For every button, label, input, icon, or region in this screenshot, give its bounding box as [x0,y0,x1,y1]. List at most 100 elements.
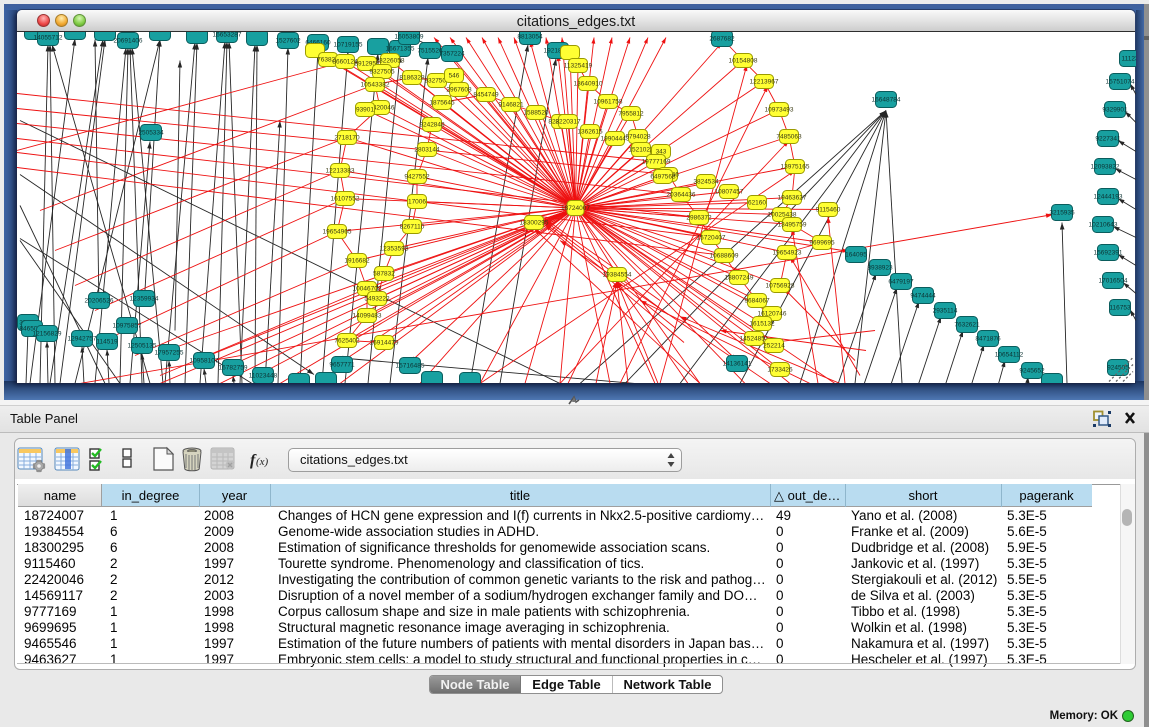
svg-text:1733426: 1733426 [767,366,793,373]
svg-text:17957255: 17957255 [155,349,184,356]
svg-text:10973493: 10973493 [765,106,794,113]
svg-text:12444193: 12444193 [1094,193,1123,200]
svg-text:116753: 116753 [1109,304,1131,311]
svg-text:3824534: 3824534 [693,178,719,185]
svg-text:20691406: 20691406 [114,37,143,44]
svg-text:10654112: 10654112 [995,351,1024,358]
svg-text:10543382: 10543382 [361,81,390,88]
svg-text:62160: 62160 [748,199,766,206]
svg-text:9474444: 9474444 [910,292,936,299]
svg-text:8938923: 8938923 [867,264,893,271]
svg-text:587832: 587832 [373,270,395,277]
svg-text:14099483: 14099483 [353,312,382,319]
svg-text:10756928: 10756928 [766,282,795,289]
svg-text:16107552: 16107552 [331,195,360,202]
svg-text:924505: 924505 [1107,364,1129,371]
svg-text:10807457: 10807457 [715,188,744,195]
svg-text:1527602: 1527602 [275,37,301,44]
svg-text:1362615: 1362615 [577,128,603,135]
svg-text:(x): (x) [256,456,269,468]
svg-text:1916682: 1916682 [344,257,370,264]
svg-text:1875645: 1875645 [429,99,455,106]
svg-text:546: 546 [449,72,460,79]
svg-text:9115460: 9115460 [816,206,841,213]
svg-text:6479197: 6479197 [888,278,914,285]
svg-text:19654923: 19654923 [773,249,802,256]
svg-text:12505135: 12505135 [128,342,157,349]
svg-text:10719155: 10719155 [334,41,363,48]
svg-text:12359934: 12359934 [130,295,159,302]
svg-text:11325419: 11325419 [564,62,593,69]
svg-text:9329901: 9329901 [1102,106,1128,113]
svg-text:6497568: 6497568 [650,173,676,180]
svg-text:9699695: 9699695 [809,239,835,246]
svg-text:10975857: 10975857 [113,322,142,329]
svg-text:8220317: 8220317 [555,118,581,125]
svg-text:9242848: 9242848 [419,121,445,128]
svg-text:8454749: 8454749 [473,91,499,98]
svg-text:6794028: 6794028 [625,133,651,140]
svg-text:16648784: 16648784 [872,96,901,103]
svg-text:10210643: 10210643 [1089,221,1118,228]
svg-text:18724007: 18724007 [561,205,590,212]
svg-text:20364436: 20364436 [667,191,696,198]
svg-text:9684067: 9684067 [744,297,770,304]
svg-text:8186328: 8186328 [399,74,425,81]
svg-text:19463627: 19463627 [778,194,807,201]
svg-text:8813054: 8813054 [517,33,543,40]
svg-text:12942757: 12942757 [68,335,97,342]
svg-text:14055712: 14055712 [34,34,63,41]
svg-text:12093822: 12093822 [1091,163,1120,170]
svg-text:19654965: 19654965 [323,228,352,235]
svg-text:12213967: 12213967 [750,78,779,85]
svg-text:14136141: 14136141 [723,360,752,367]
svg-text:11023448: 11023448 [249,372,278,379]
svg-text:7625402: 7625402 [334,337,360,344]
svg-text:2967608: 2967608 [446,86,472,93]
svg-text:16782759: 16782759 [219,364,248,371]
svg-text:13495759: 13495759 [778,221,807,228]
svg-text:10688609: 10688609 [710,252,739,259]
svg-text:3215935: 3215935 [1049,209,1075,216]
svg-text:10958107: 10958107 [190,357,219,364]
svg-text:2718170: 2718170 [334,134,360,141]
svg-text:1588520: 1588520 [523,109,549,116]
svg-text:12213383: 12213383 [326,167,355,174]
svg-text:15751074: 15751074 [1106,78,1135,85]
svg-text:7357224: 7357224 [439,50,465,57]
svg-text:16053809: 16053809 [395,33,424,40]
svg-text:5493222: 5493222 [364,295,390,302]
svg-text:2986372: 2986372 [686,214,712,221]
svg-text:11123: 11123 [1121,55,1136,62]
svg-text:2935114: 2935114 [933,307,958,314]
svg-text:20206526: 20206526 [85,297,114,304]
svg-text:9245652: 9245652 [1019,367,1045,374]
svg-text:17016504: 17016504 [1099,277,1128,284]
svg-text:1615132: 1615132 [749,320,775,327]
svg-text:19777169: 19777169 [642,158,671,165]
svg-text:13640910: 13640910 [574,80,603,87]
svg-text:1521022: 1521022 [628,146,654,153]
svg-text:17006: 17006 [408,198,426,205]
svg-text:93901: 93901 [356,106,374,113]
svg-text:2687682: 2687682 [709,35,735,42]
svg-text:16653287: 16653287 [213,32,242,39]
svg-text:10961758: 10961758 [594,98,623,105]
svg-text:164095: 164095 [845,251,867,258]
svg-text:15720407: 15720407 [697,234,726,241]
svg-text:13975165: 13975165 [781,163,810,170]
svg-text:7632621: 7632621 [954,321,980,328]
svg-text:19384554: 19384554 [603,271,632,278]
svg-text:9657771: 9657771 [329,361,355,368]
svg-text:7955812: 7955812 [618,110,644,117]
svg-text:252214: 252214 [763,342,785,349]
svg-text:9227341: 9227341 [1095,135,1121,142]
svg-text:9146821: 9146821 [498,101,524,108]
svg-text:18807249: 18807249 [725,274,754,281]
svg-text:12156829: 12156829 [33,330,62,337]
svg-text:12353593: 12353593 [380,245,409,252]
svg-text:7485063: 7485063 [776,133,802,140]
svg-text:18300295: 18300295 [520,219,549,226]
svg-text:8471876: 8471876 [975,335,1001,342]
svg-text:15716485: 15716485 [396,362,425,369]
